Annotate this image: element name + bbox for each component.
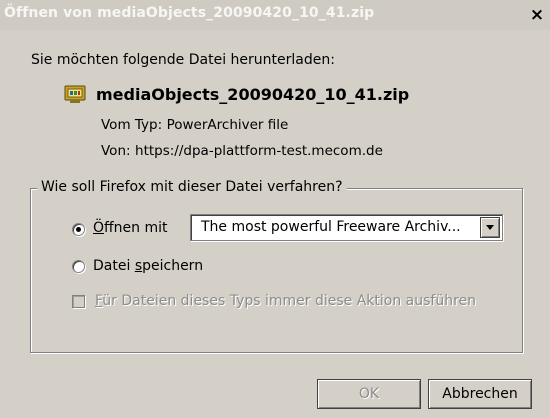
intro-text: Sie möchten folgende Datei herunterladen… <box>31 52 335 68</box>
chevron-down-icon[interactable] <box>480 217 500 238</box>
file-type-row: Vom Typ: PowerArchiver file <box>101 117 288 133</box>
file-name: mediaObjects_20090420_10_41.zip <box>96 85 410 104</box>
always-do-label[interactable]: Für Dateien dieses Typs immer diese Akti… <box>95 293 476 309</box>
file-source-row: Von: https://dpa-plattform-test.mecom.de <box>101 143 383 159</box>
action-group-legend: Wie soll Firefox mit dieser Datei verfah… <box>37 179 347 195</box>
open-with-mnemonic: Ö <box>93 220 105 236</box>
close-button[interactable]: × <box>527 4 547 26</box>
open-with-radio[interactable] <box>72 223 85 236</box>
open-with-label[interactable]: Öffnen mit <box>93 220 168 236</box>
always-do-label-rest: ür Dateien dieses Typs immer diese Aktio… <box>102 293 477 309</box>
application-select[interactable]: The most powerful Freeware Archiv... <box>190 214 503 241</box>
save-file-mnemonic: s <box>134 258 143 274</box>
open-with-label-rest: ffnen mit <box>104 220 168 236</box>
always-do-checkbox[interactable] <box>72 295 85 308</box>
ok-button[interactable]: OK <box>317 379 421 409</box>
save-file-radio[interactable] <box>72 260 85 273</box>
radio-selected-dot <box>76 227 81 232</box>
file-source-value: https://dpa-plattform-test.mecom.de <box>135 143 383 159</box>
file-type-value: PowerArchiver file <box>166 117 289 133</box>
file-source-label: Von: <box>101 143 131 159</box>
title-bar[interactable]: Öffnen von mediaObjects_20090420_10_41.z… <box>0 0 550 30</box>
file-type-label: Vom Typ: <box>101 117 163 133</box>
save-file-label-rest: peichern <box>142 258 204 274</box>
powerarchiver-file-icon <box>64 85 86 103</box>
save-file-label[interactable]: Datei speichern <box>93 258 203 274</box>
cancel-button[interactable]: Abbrechen <box>428 379 532 409</box>
window-title: Öffnen von mediaObjects_20090420_10_41.z… <box>4 5 375 21</box>
save-file-label-start: Datei <box>93 258 135 274</box>
application-select-value: The most powerful Freeware Archiv... <box>201 219 461 235</box>
